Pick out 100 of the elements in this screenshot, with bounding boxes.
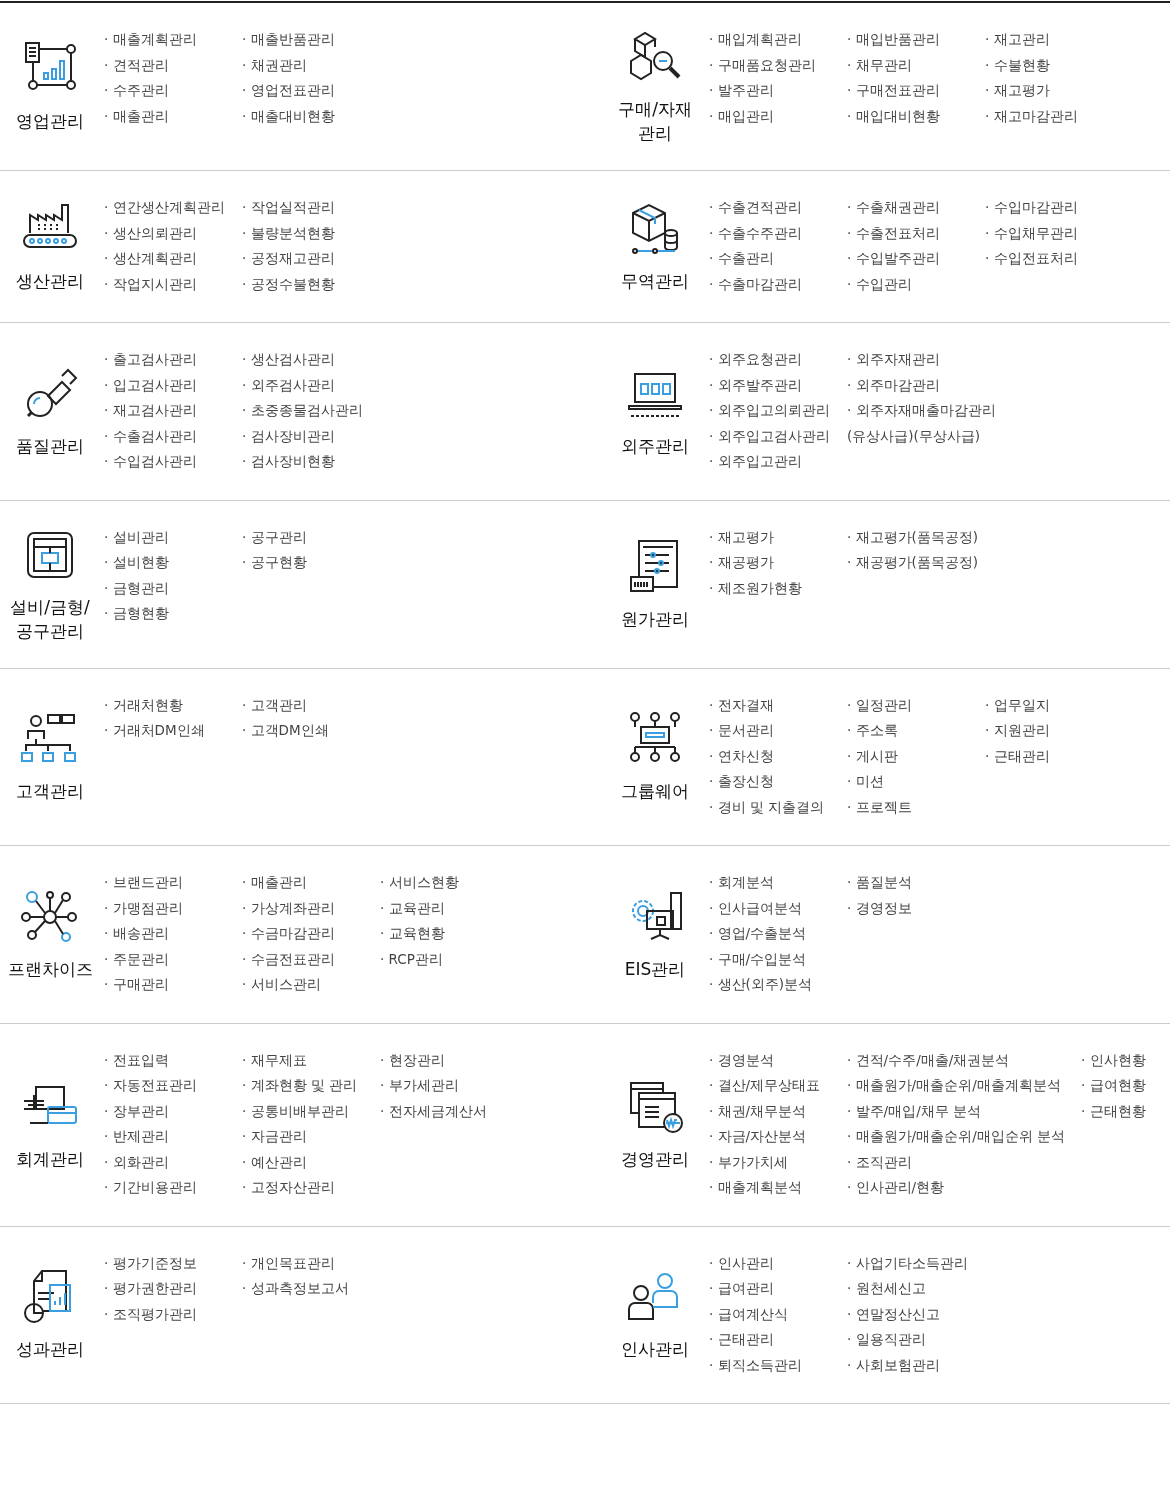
menu-link[interactable]: · 근태현황 xyxy=(1081,1098,1170,1124)
menu-link[interactable]: · 금형현황 xyxy=(104,601,226,627)
menu-link[interactable]: · 조직관리 xyxy=(847,1149,1065,1175)
menu-link[interactable]: · 재공평가 xyxy=(709,550,831,576)
menu-link[interactable]: · 초중종물검사관리 xyxy=(242,398,364,424)
menu-link[interactable]: · 회계분석 xyxy=(709,870,831,896)
menu-link[interactable]: · 발주관리 xyxy=(709,78,831,104)
menu-link[interactable]: · 생산의뢰관리 xyxy=(104,220,226,246)
menu-link[interactable]: · 업무일지 xyxy=(985,692,1107,718)
menu-link[interactable]: · 고정자산관리 xyxy=(242,1175,364,1201)
menu-link[interactable]: · 조직평가관리 xyxy=(104,1301,226,1327)
menu-link[interactable]: · 견적관리 xyxy=(104,52,226,78)
menu-link[interactable]: · 수출관리 xyxy=(709,246,831,272)
menu-link[interactable]: · 장부관리 xyxy=(104,1098,226,1124)
menu-link[interactable]: · 견적/수주/매출/채권분석 xyxy=(847,1047,1065,1073)
menu-link[interactable]: · 수금전표관리 xyxy=(242,946,364,972)
menu-link[interactable]: · 연간생산계획관리 xyxy=(104,195,226,221)
menu-link[interactable]: · 고객DM인쇄 xyxy=(242,718,364,744)
menu-link[interactable]: · 설비현황 xyxy=(104,550,226,576)
menu-link[interactable]: · 전자세금계산서 xyxy=(380,1098,502,1124)
menu-link[interactable]: · 수출수주관리 xyxy=(709,220,831,246)
menu-link[interactable]: · 배송관리 xyxy=(104,921,226,947)
menu-link[interactable]: · 서비스관리 xyxy=(242,972,364,998)
menu-link[interactable]: · 공구현황 xyxy=(242,550,364,576)
menu-link[interactable]: · 현장관리 xyxy=(380,1047,502,1073)
menu-link[interactable]: · 수입발주관리 xyxy=(847,246,969,272)
menu-link[interactable]: · 사업기타소득관리 xyxy=(847,1250,969,1276)
menu-link[interactable]: · 성과측정보고서 xyxy=(242,1276,364,1302)
menu-link[interactable]: · 경영정보 xyxy=(847,895,969,921)
menu-link[interactable]: · 외주마감관리 xyxy=(847,372,996,398)
menu-link[interactable]: · 검사장비관리 xyxy=(242,423,364,449)
menu-link[interactable]: · 공정수불현황 xyxy=(242,271,364,297)
menu-link[interactable]: · 발주/매입/채무 분석 xyxy=(847,1098,1065,1124)
menu-link[interactable]: · 자금/자산분석 xyxy=(709,1124,831,1150)
menu-link[interactable]: · 수주관리 xyxy=(104,78,226,104)
menu-link[interactable]: · 미션 xyxy=(847,769,969,795)
menu-link[interactable]: · 공통비배부관리 xyxy=(242,1098,364,1124)
menu-link[interactable]: · 매출계획분석 xyxy=(709,1175,831,1201)
menu-link[interactable]: · 주문관리 xyxy=(104,946,226,972)
menu-link[interactable]: · 구매관리 xyxy=(104,972,226,998)
menu-link[interactable]: · 품질분석 xyxy=(847,870,969,896)
menu-link[interactable]: · 인사관리/현황 xyxy=(847,1175,1065,1201)
menu-link[interactable]: · 가상계좌관리 xyxy=(242,895,364,921)
menu-link[interactable]: · 연차신청 xyxy=(709,743,831,769)
menu-link[interactable]: · 재고마감관리 xyxy=(985,103,1107,129)
menu-link[interactable]: · 수출마감관리 xyxy=(709,271,831,297)
menu-link[interactable]: · 재고관리 xyxy=(985,27,1107,53)
menu-link[interactable]: · 구매전표관리 xyxy=(847,78,969,104)
menu-link[interactable]: · 급여현황 xyxy=(1081,1073,1170,1099)
menu-link[interactable]: · 사회보험관리 xyxy=(847,1352,969,1378)
menu-link[interactable]: · 급여계산식 xyxy=(709,1301,831,1327)
menu-link[interactable]: · 외주입고의뢰관리 xyxy=(709,398,831,424)
menu-link[interactable]: · 전자결재 xyxy=(709,692,831,718)
menu-link[interactable]: · 급여관리 xyxy=(709,1276,831,1302)
menu-link[interactable]: · 매출관리 xyxy=(242,870,364,896)
menu-link[interactable]: · 퇴직소득관리 xyxy=(709,1352,831,1378)
menu-link[interactable]: · 예산관리 xyxy=(242,1149,364,1175)
menu-link[interactable]: · 외화관리 xyxy=(104,1149,226,1175)
menu-link[interactable]: · 수출견적관리 xyxy=(709,195,831,221)
menu-link[interactable]: · 브랜드관리 xyxy=(104,870,226,896)
menu-link[interactable]: · 공정재고관리 xyxy=(242,246,364,272)
menu-link[interactable]: · 설비관리 xyxy=(104,524,226,550)
menu-link[interactable]: · 원천세신고 xyxy=(847,1276,969,1302)
menu-link[interactable]: · 일정관리 xyxy=(847,692,969,718)
menu-link[interactable]: (유상사급)(무상사급) xyxy=(847,423,996,449)
menu-link[interactable]: · 재고평가(품목공정) xyxy=(847,524,979,550)
menu-link[interactable]: · 구매품요청관리 xyxy=(709,52,831,78)
menu-link[interactable]: · 매출계획관리 xyxy=(104,27,226,53)
menu-link[interactable]: · 외주자재매출마감관리 xyxy=(847,398,996,424)
menu-link[interactable]: · 입고검사관리 xyxy=(104,372,226,398)
menu-link[interactable]: · 교육현황 xyxy=(380,921,502,947)
menu-link[interactable]: · 주소록 xyxy=(847,718,969,744)
menu-link[interactable]: · 매출원가/매출순위/매입순위 분석 xyxy=(847,1124,1065,1150)
menu-link[interactable]: · 작업지시관리 xyxy=(104,271,226,297)
menu-link[interactable]: · 매입반품관리 xyxy=(847,27,969,53)
menu-link[interactable]: · 인사관리 xyxy=(709,1250,831,1276)
menu-link[interactable]: · 공구관리 xyxy=(242,524,364,550)
menu-link[interactable]: · 매입관리 xyxy=(709,103,831,129)
menu-link[interactable]: · 수출검사관리 xyxy=(104,423,226,449)
menu-link[interactable]: · 지원관리 xyxy=(985,718,1107,744)
menu-link[interactable]: · 생산계획관리 xyxy=(104,246,226,272)
menu-link[interactable]: · 불량분석현황 xyxy=(242,220,364,246)
menu-link[interactable]: · 제조원가현황 xyxy=(709,575,831,601)
menu-link[interactable]: · 연말정산신고 xyxy=(847,1301,969,1327)
menu-link[interactable]: · 거래처현황 xyxy=(104,692,226,718)
menu-link[interactable]: · 부가세관리 xyxy=(380,1073,502,1099)
menu-link[interactable]: · 근태관리 xyxy=(709,1327,831,1353)
menu-link[interactable]: · 영업/수출분석 xyxy=(709,921,831,947)
menu-link[interactable]: · 검사장비현황 xyxy=(242,449,364,475)
menu-link[interactable]: · 채무관리 xyxy=(847,52,969,78)
menu-link[interactable]: · 수입검사관리 xyxy=(104,449,226,475)
menu-link[interactable]: · 수입전표처리 xyxy=(985,246,1107,272)
menu-link[interactable]: · 경비 및 지출결의 xyxy=(709,794,831,820)
menu-link[interactable]: · 외주입고관리 xyxy=(709,449,831,475)
menu-link[interactable]: · 기간비용관리 xyxy=(104,1175,226,1201)
menu-link[interactable]: · 매출대비현황 xyxy=(242,103,364,129)
menu-link[interactable]: · 재고검사관리 xyxy=(104,398,226,424)
menu-link[interactable]: · 재공평가(품목공정) xyxy=(847,550,979,576)
menu-link[interactable]: · 외주자재관리 xyxy=(847,347,996,373)
menu-link[interactable]: · 수입관리 xyxy=(847,271,969,297)
